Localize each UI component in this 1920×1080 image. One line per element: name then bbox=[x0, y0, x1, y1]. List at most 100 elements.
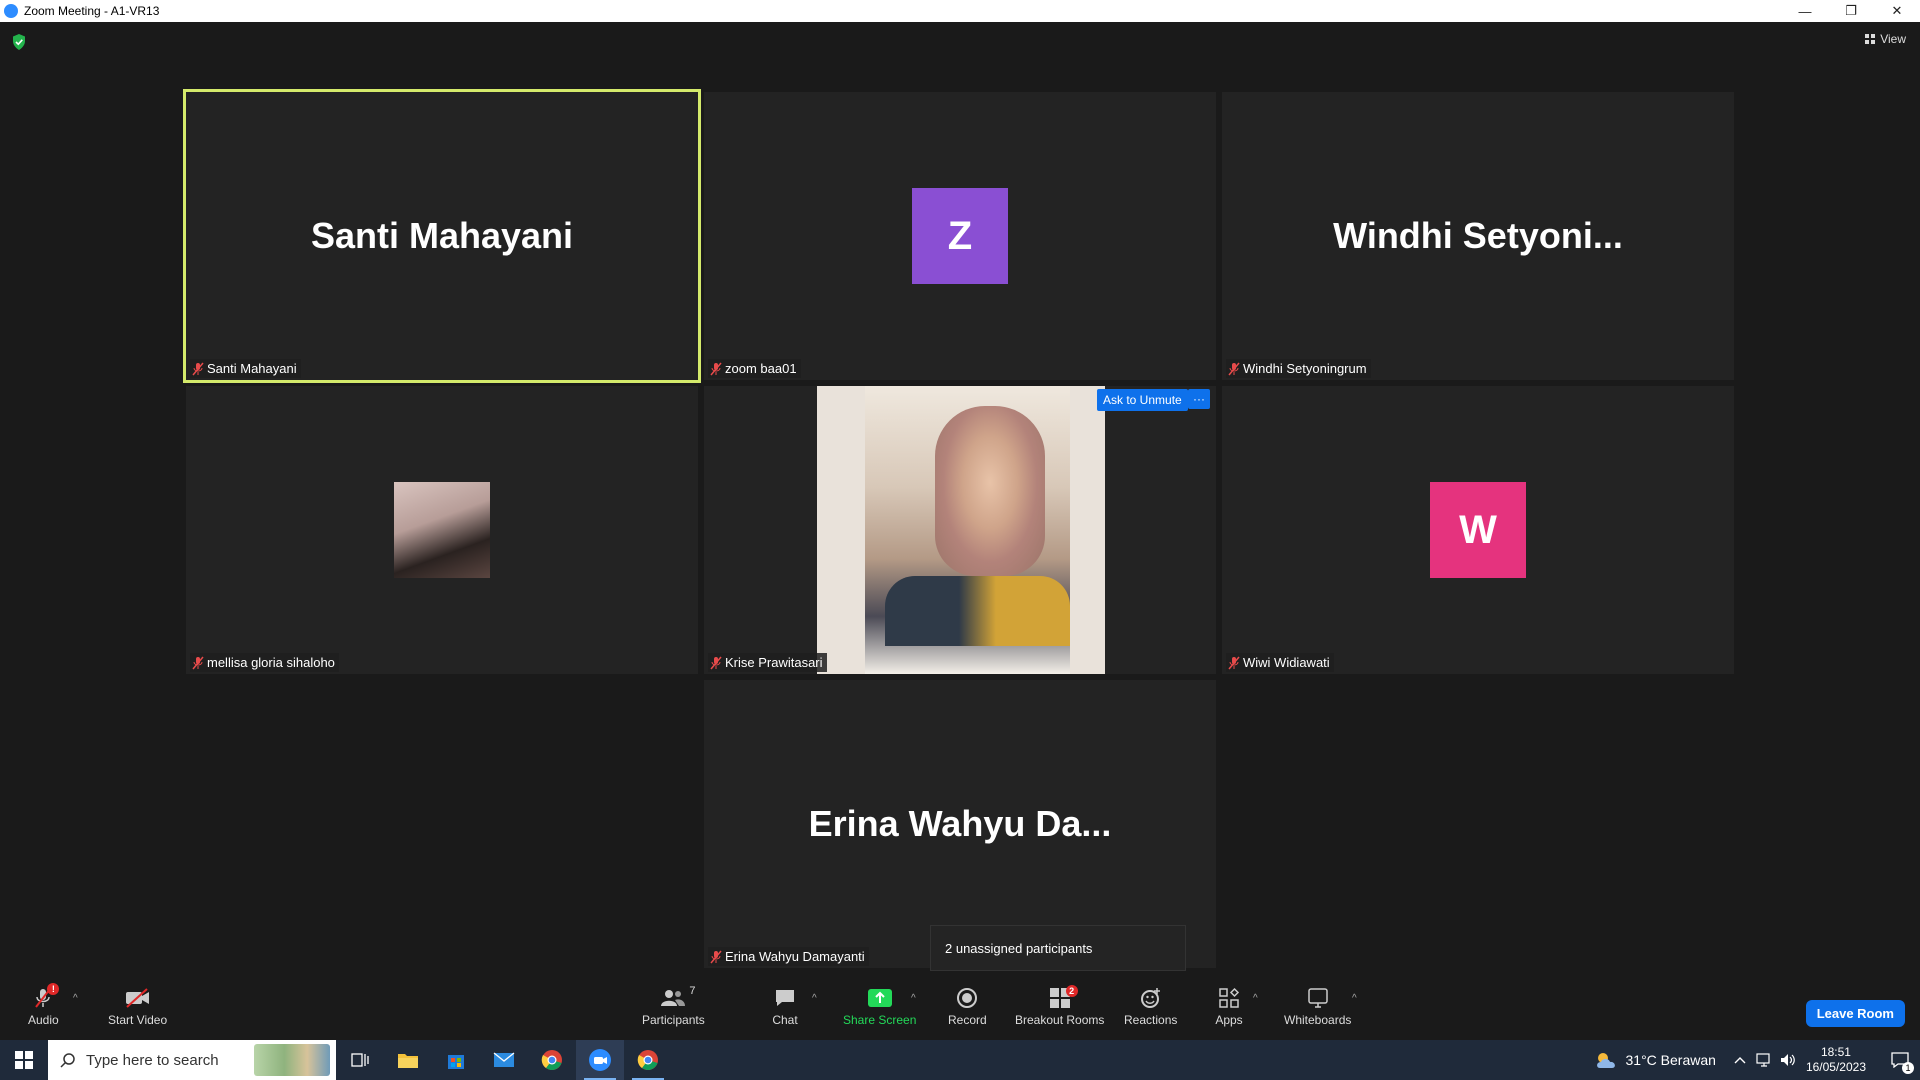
breakout-rooms-label: Breakout Rooms bbox=[1015, 1013, 1105, 1027]
taskbar-clock[interactable]: 18:51 16/05/2023 bbox=[1806, 1045, 1866, 1075]
participant-tile[interactable]: Windhi Setyoni... Windhi Setyoningrum bbox=[1222, 92, 1734, 380]
window-controls: — ❐ ✕ bbox=[1782, 0, 1920, 22]
share-options-caret[interactable]: ^ bbox=[911, 993, 916, 1004]
leave-room-button[interactable]: Leave Room bbox=[1805, 1000, 1905, 1027]
whiteboard-icon bbox=[1307, 988, 1328, 1008]
participant-tile[interactable]: Ask to Unmute ··· Krise Prawitasari bbox=[704, 386, 1216, 674]
chevron-up-icon[interactable] bbox=[1734, 1056, 1746, 1064]
video-person bbox=[935, 406, 1045, 576]
participant-name-tag: Santi Mahayani bbox=[190, 359, 301, 378]
start-video-button[interactable]: Start Video bbox=[108, 985, 167, 1027]
volume-icon[interactable] bbox=[1780, 1053, 1796, 1067]
taskbar-chrome-2[interactable] bbox=[624, 1040, 672, 1080]
view-button[interactable]: View bbox=[1865, 32, 1906, 46]
notification-center-button[interactable]: 1 bbox=[1880, 1040, 1920, 1080]
taskbar-zoom[interactable] bbox=[576, 1040, 624, 1080]
participant-name-tag: mellisa gloria sihaloho bbox=[190, 653, 339, 672]
apps-icon bbox=[1219, 987, 1240, 1008]
participant-name: Santi Mahayani bbox=[207, 361, 297, 376]
participants-label: Participants bbox=[642, 1013, 705, 1027]
participant-name-tag: Krise Prawitasari bbox=[708, 653, 827, 672]
breakout-rooms-button[interactable]: 2 Breakout Rooms bbox=[1015, 985, 1104, 1027]
participant-name: Erina Wahyu Damayanti bbox=[725, 949, 865, 964]
participant-display-name: Santi Mahayani bbox=[310, 215, 574, 256]
participant-name-tag: Windhi Setyoningrum bbox=[1226, 359, 1371, 378]
restore-button[interactable]: ❐ bbox=[1828, 0, 1874, 22]
share-screen-label: Share Screen bbox=[843, 1013, 917, 1027]
muted-mic-icon bbox=[192, 656, 204, 669]
participant-name: Wiwi Widiawati bbox=[1243, 655, 1330, 670]
apps-options-caret[interactable]: ^ bbox=[1253, 993, 1258, 1004]
muted-mic-icon bbox=[1228, 362, 1240, 375]
more-options-button[interactable]: ··· bbox=[1188, 389, 1210, 409]
windows-logo-icon bbox=[15, 1051, 33, 1069]
close-button[interactable]: ✕ bbox=[1874, 0, 1920, 22]
apps-label: Apps bbox=[1215, 1013, 1243, 1027]
weather-text[interactable]: 31°C Berawan bbox=[1626, 1052, 1716, 1068]
clock-time: 18:51 bbox=[1820, 1045, 1851, 1059]
whiteboards-label: Whiteboards bbox=[1284, 1013, 1352, 1027]
weather-cloud-icon bbox=[1596, 1053, 1615, 1068]
share-screen-icon bbox=[867, 989, 892, 1007]
participant-name-tag: Erina Wahyu Damayanti bbox=[708, 947, 869, 966]
muted-mic-icon bbox=[1228, 656, 1240, 669]
encryption-shield-icon[interactable] bbox=[12, 34, 26, 50]
search-placeholder: Type here to search bbox=[86, 1051, 219, 1069]
clock-date: 16/05/2023 bbox=[1805, 1060, 1866, 1074]
audio-label: Audio bbox=[28, 1013, 59, 1027]
taskbar-chrome[interactable] bbox=[528, 1040, 576, 1080]
taskbar-mail[interactable] bbox=[480, 1040, 528, 1080]
participants-button[interactable]: 7 Participants bbox=[642, 985, 705, 1027]
reactions-button[interactable]: Reactions bbox=[1124, 985, 1177, 1027]
muted-mic-icon bbox=[710, 362, 722, 375]
minimize-button[interactable]: — bbox=[1782, 0, 1828, 22]
breakout-rooms-badge: 2 bbox=[1065, 985, 1078, 997]
whiteboards-options-caret[interactable]: ^ bbox=[1352, 993, 1357, 1004]
participant-name: mellisa gloria sihaloho bbox=[207, 655, 335, 670]
taskbar-search[interactable]: Type here to search bbox=[48, 1040, 336, 1080]
chat-icon bbox=[776, 990, 794, 1006]
chrome-icon bbox=[637, 1050, 658, 1070]
record-label: Record bbox=[948, 1013, 987, 1027]
participant-video bbox=[817, 386, 1105, 674]
zoom-icon bbox=[589, 1049, 611, 1071]
system-tray: 31°C Berawan 18:51 16/05/2023 1 bbox=[1594, 1040, 1920, 1080]
audio-button[interactable]: ! Audio bbox=[28, 983, 60, 1027]
muted-mic-icon bbox=[710, 950, 722, 963]
participant-display-name: Erina Wahyu Da... bbox=[808, 803, 1112, 844]
grid-view-icon bbox=[1865, 34, 1876, 44]
network-icon[interactable] bbox=[1756, 1053, 1772, 1067]
windows-taskbar: Type here to search 31°C Berawan 18:51 1… bbox=[0, 1040, 1920, 1080]
muted-mic-icon bbox=[192, 362, 204, 375]
notification-count-badge: 1 bbox=[1902, 1062, 1914, 1074]
task-view-button[interactable] bbox=[336, 1040, 384, 1080]
record-button[interactable]: Record bbox=[948, 985, 987, 1027]
apps-button[interactable]: Apps bbox=[1215, 985, 1243, 1027]
video-frame bbox=[865, 386, 1070, 674]
participant-tile[interactable]: Santi Mahayani Santi Mahayani bbox=[183, 89, 701, 383]
participant-tile[interactable]: W Wiwi Widiawati bbox=[1222, 386, 1734, 674]
participant-tile[interactable]: mellisa gloria sihaloho bbox=[186, 386, 698, 674]
title-bar: Zoom Meeting - A1-VR13 — ❐ ✕ bbox=[0, 0, 1920, 22]
window-title: Zoom Meeting - A1-VR13 bbox=[24, 4, 160, 18]
share-screen-button[interactable]: Share Screen bbox=[843, 985, 916, 1027]
start-video-label: Start Video bbox=[108, 1013, 168, 1027]
audio-options-caret[interactable]: ^ bbox=[73, 993, 78, 1004]
participant-display-name: Windhi Setyoni... bbox=[1333, 215, 1623, 256]
taskbar-store[interactable] bbox=[432, 1040, 480, 1080]
whiteboards-button[interactable]: Whiteboards bbox=[1284, 985, 1351, 1027]
chat-button[interactable]: Chat bbox=[771, 985, 799, 1027]
search-icon bbox=[60, 1053, 75, 1068]
participant-name: Windhi Setyoningrum bbox=[1243, 361, 1367, 376]
start-button[interactable] bbox=[0, 1040, 48, 1080]
reactions-icon bbox=[1140, 988, 1160, 1008]
chat-options-caret[interactable]: ^ bbox=[812, 993, 817, 1004]
ask-to-unmute-button[interactable]: Ask to Unmute bbox=[1097, 389, 1188, 411]
taskbar-file-explorer[interactable] bbox=[384, 1040, 432, 1080]
audio-alert-badge: ! bbox=[47, 983, 60, 995]
video-off-icon bbox=[125, 988, 149, 1008]
meeting-toolbar: ! Audio ^ Start Video 7 Participants Cha… bbox=[0, 979, 1920, 1040]
record-icon bbox=[957, 988, 978, 1008]
participant-tile[interactable]: Z zoom baa01 bbox=[704, 92, 1216, 380]
video-person-body bbox=[885, 576, 1070, 646]
